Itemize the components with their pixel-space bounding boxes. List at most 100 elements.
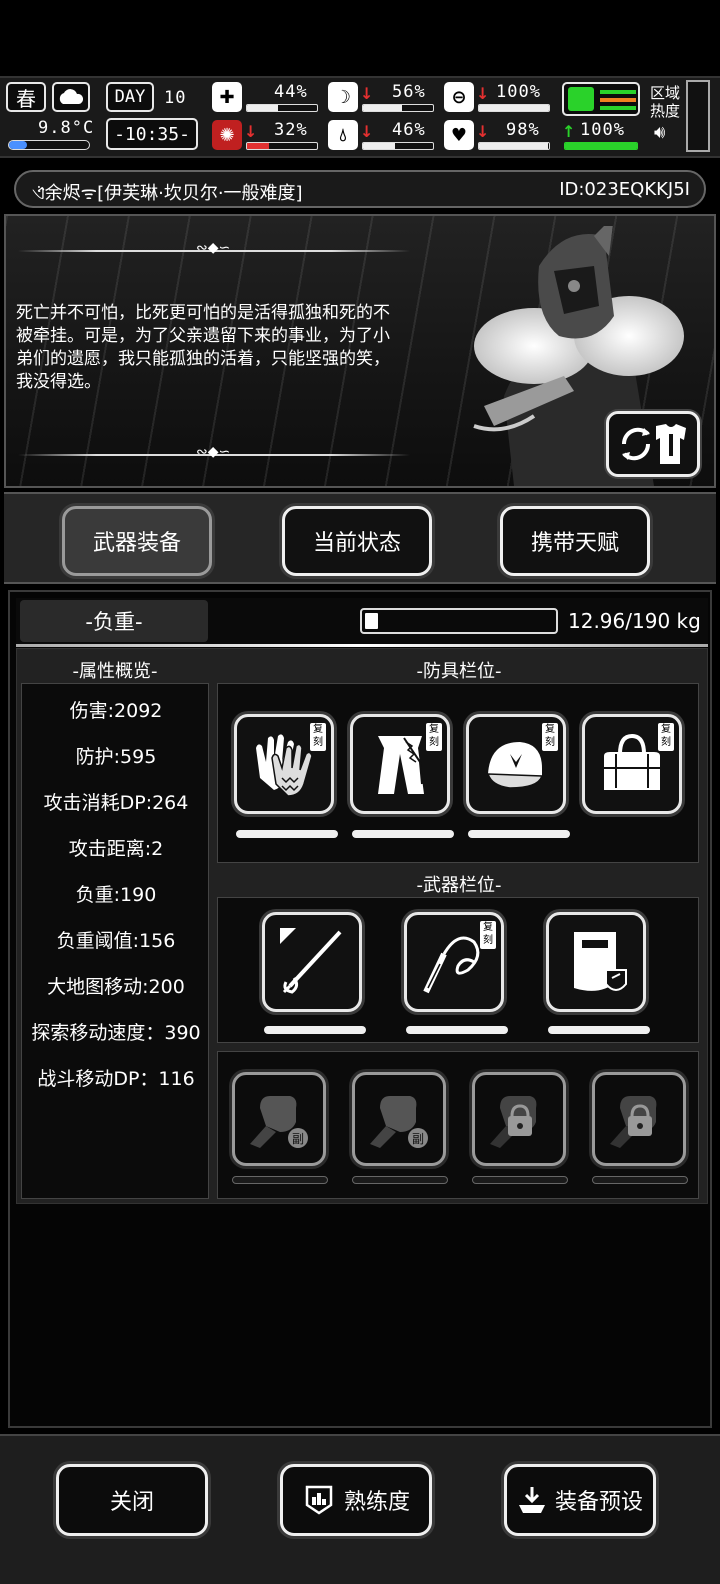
spear-icon (280, 928, 342, 994)
weight-bar (360, 608, 558, 634)
stamina-box (562, 82, 640, 116)
equipment-preset-button[interactable]: 装备预设 (504, 1464, 656, 1536)
armor-slot-bag[interactable]: 复刻 (582, 714, 682, 814)
region-heat-meter (686, 80, 710, 152)
heart-down-arrow: ↓ (476, 122, 490, 141)
attr-attack-range: 攻击距离:2 (68, 838, 164, 860)
tab-current-status[interactable]: 当前状态 (282, 506, 432, 576)
tab-weapons-equipment[interactable]: 武器装备 (62, 506, 212, 576)
weapon-slot-whip[interactable]: 复刻 (404, 912, 504, 1012)
clock-readout: -10:35- (114, 123, 190, 145)
brain-icon: ✺ (212, 120, 242, 150)
attr-attack-dp-cost: 攻击消耗DP:264 (43, 792, 189, 814)
stamina-bar (564, 142, 638, 150)
riot-shield-icon (574, 932, 627, 991)
fist-icon: 副 (370, 1096, 428, 1148)
boot-icon (568, 87, 594, 111)
secondary-badge: 副 (292, 1132, 304, 1146)
weight-label: -负重- (20, 600, 208, 642)
proficiency-icon (305, 1485, 333, 1515)
water-drop-icon: 💧︎ (328, 120, 358, 150)
medkit-icon: ✚ (212, 82, 242, 112)
armor-slot-cap[interactable]: 复刻 (466, 714, 566, 814)
shield-icon: ⊖ (444, 82, 474, 112)
weight-bar-fill (365, 613, 378, 629)
speaker-icon[interactable]: 🔊︎ (654, 122, 665, 143)
weapon-durability-bar (548, 1026, 650, 1034)
heart-icon: ♥ (444, 120, 474, 150)
water-bar (362, 142, 434, 150)
shield-bar (478, 104, 550, 112)
character-title: [伊芙琳·坎贝尔·一般难度] (97, 183, 303, 204)
attr-explore-speed: 探索移动速度：390 (31, 1022, 201, 1044)
secondary-durability-bar (592, 1176, 688, 1184)
stamina-up-arrow: ↑ (562, 122, 576, 141)
stomach-percent: 56% (392, 82, 426, 102)
weight-value: 12.96/190 kg (568, 609, 701, 633)
reprint-badge: 复刻 (480, 921, 496, 949)
health-percent: 44% (274, 82, 308, 102)
day-label: DAY (106, 82, 154, 112)
stomach-icon: ☽ (328, 82, 358, 112)
health-bar-fill (247, 105, 278, 111)
player-id: ID:023EQKKJ5I (559, 179, 690, 200)
secondary-slot-4-locked[interactable] (592, 1072, 686, 1166)
stomach-down-arrow: ↓ (360, 84, 374, 103)
equipment-subframe: -属性概览- -防具栏位- 伤害:2092 防护:595 攻击消耗DP:264 … (16, 648, 708, 1204)
secondary-slot-1[interactable]: 副 (232, 1072, 326, 1166)
secondary-slot-3-locked[interactable] (472, 1072, 566, 1166)
day-value: 10 (164, 88, 187, 108)
health-bar (246, 104, 318, 112)
heart-bar (478, 142, 550, 150)
tab-carried-talents[interactable]: 携带天赋 (500, 506, 650, 576)
weapon-slot-spear[interactable] (262, 912, 362, 1012)
armor-slot-pants[interactable]: 复刻 (350, 714, 450, 814)
weight-header: -负重- 12.96/190 kg (16, 598, 708, 646)
preset-download-icon (518, 1487, 545, 1513)
reprint-badge: 复刻 (658, 723, 674, 751)
armor-slots-panel: 复刻 复刻 复刻 复刻 (217, 683, 699, 863)
attr-combat-move-dp: 战斗移动DP：116 (37, 1068, 195, 1090)
weapon-slots-title: -武器栏位- (416, 875, 502, 896)
brain-down-arrow: ↓ (244, 122, 258, 141)
brain-bar (246, 142, 318, 150)
attr-load-threshold: 负重阈值:156 (56, 930, 176, 952)
temperature-readout: 9.8°C (38, 118, 95, 138)
secondary-slot-2[interactable]: 副 (352, 1072, 446, 1166)
character-portrait-panel: ∾◆∽ 死亡并不可怕，比死更可怕的是活得孤独和死的不被牵挂。可是，为了父亲遗留下… (4, 214, 716, 488)
status-bar: 春 9.8°C DAY 10 -10:35- ✚ 44% ☽ ↓ 56% ⊖ ↓… (0, 76, 720, 158)
reprint-badge: 复刻 (310, 723, 326, 751)
locked-fist-icon (610, 1096, 657, 1148)
header-divider (16, 644, 708, 647)
water-down-arrow: ↓ (360, 122, 374, 141)
shield-down-arrow: ↓ (476, 84, 490, 103)
tab-bar: 武器装备 当前状态 携带天赋 (4, 492, 716, 584)
clock-box: -10:35- (106, 118, 198, 150)
attr-map-movement: 大地图移动:200 (47, 976, 185, 998)
temperature-bar (8, 140, 90, 150)
secondary-badge: 副 (412, 1132, 424, 1146)
weapon-durability-bar (406, 1026, 508, 1034)
character-title-bar: ଏ᷁余烬ᯤ[伊芙琳·坎贝尔·一般难度] ID:023EQKKJ5I (14, 170, 706, 208)
brain-percent: 32% (274, 120, 308, 140)
equipment-panel: -负重- 12.96/190 kg -属性概览- -防具栏位- 伤害:2092 … (8, 590, 712, 1428)
secondary-slots-panel: 副 副 (217, 1051, 699, 1199)
secondary-durability-bar (472, 1176, 568, 1184)
armor-slot-gloves[interactable]: 复刻 (234, 714, 334, 814)
armor-durability-bar (236, 830, 338, 838)
ornament-icon: ∾◆∽ (196, 444, 231, 460)
fist-icon: 副 (250, 1096, 308, 1148)
close-button[interactable]: 关闭 (56, 1464, 208, 1536)
weapon-slot-riot-shield[interactable] (546, 912, 646, 1012)
character-quote: 死亡并不可怕，比死更可怕的是活得孤独和死的不被牵挂。可是，为了父亲遗留下来的事业… (16, 303, 390, 392)
attributes-list: 伤害:2092 防护:595 攻击消耗DP:264 攻击距离:2 负重:190 … (21, 683, 209, 1199)
season-label: 春 (16, 86, 36, 111)
ornament-icon: ∾◆∽ (196, 240, 231, 256)
weapon-slots-panel: 复刻 (217, 897, 699, 1043)
proficiency-button[interactable]: 熟练度 (280, 1464, 432, 1536)
swap-outfit-icon (621, 424, 686, 464)
armor-durability-bar (352, 830, 454, 838)
attr-damage: 伤害:2092 (69, 700, 163, 722)
locked-fist-icon (490, 1096, 537, 1148)
change-outfit-button[interactable] (606, 411, 700, 477)
